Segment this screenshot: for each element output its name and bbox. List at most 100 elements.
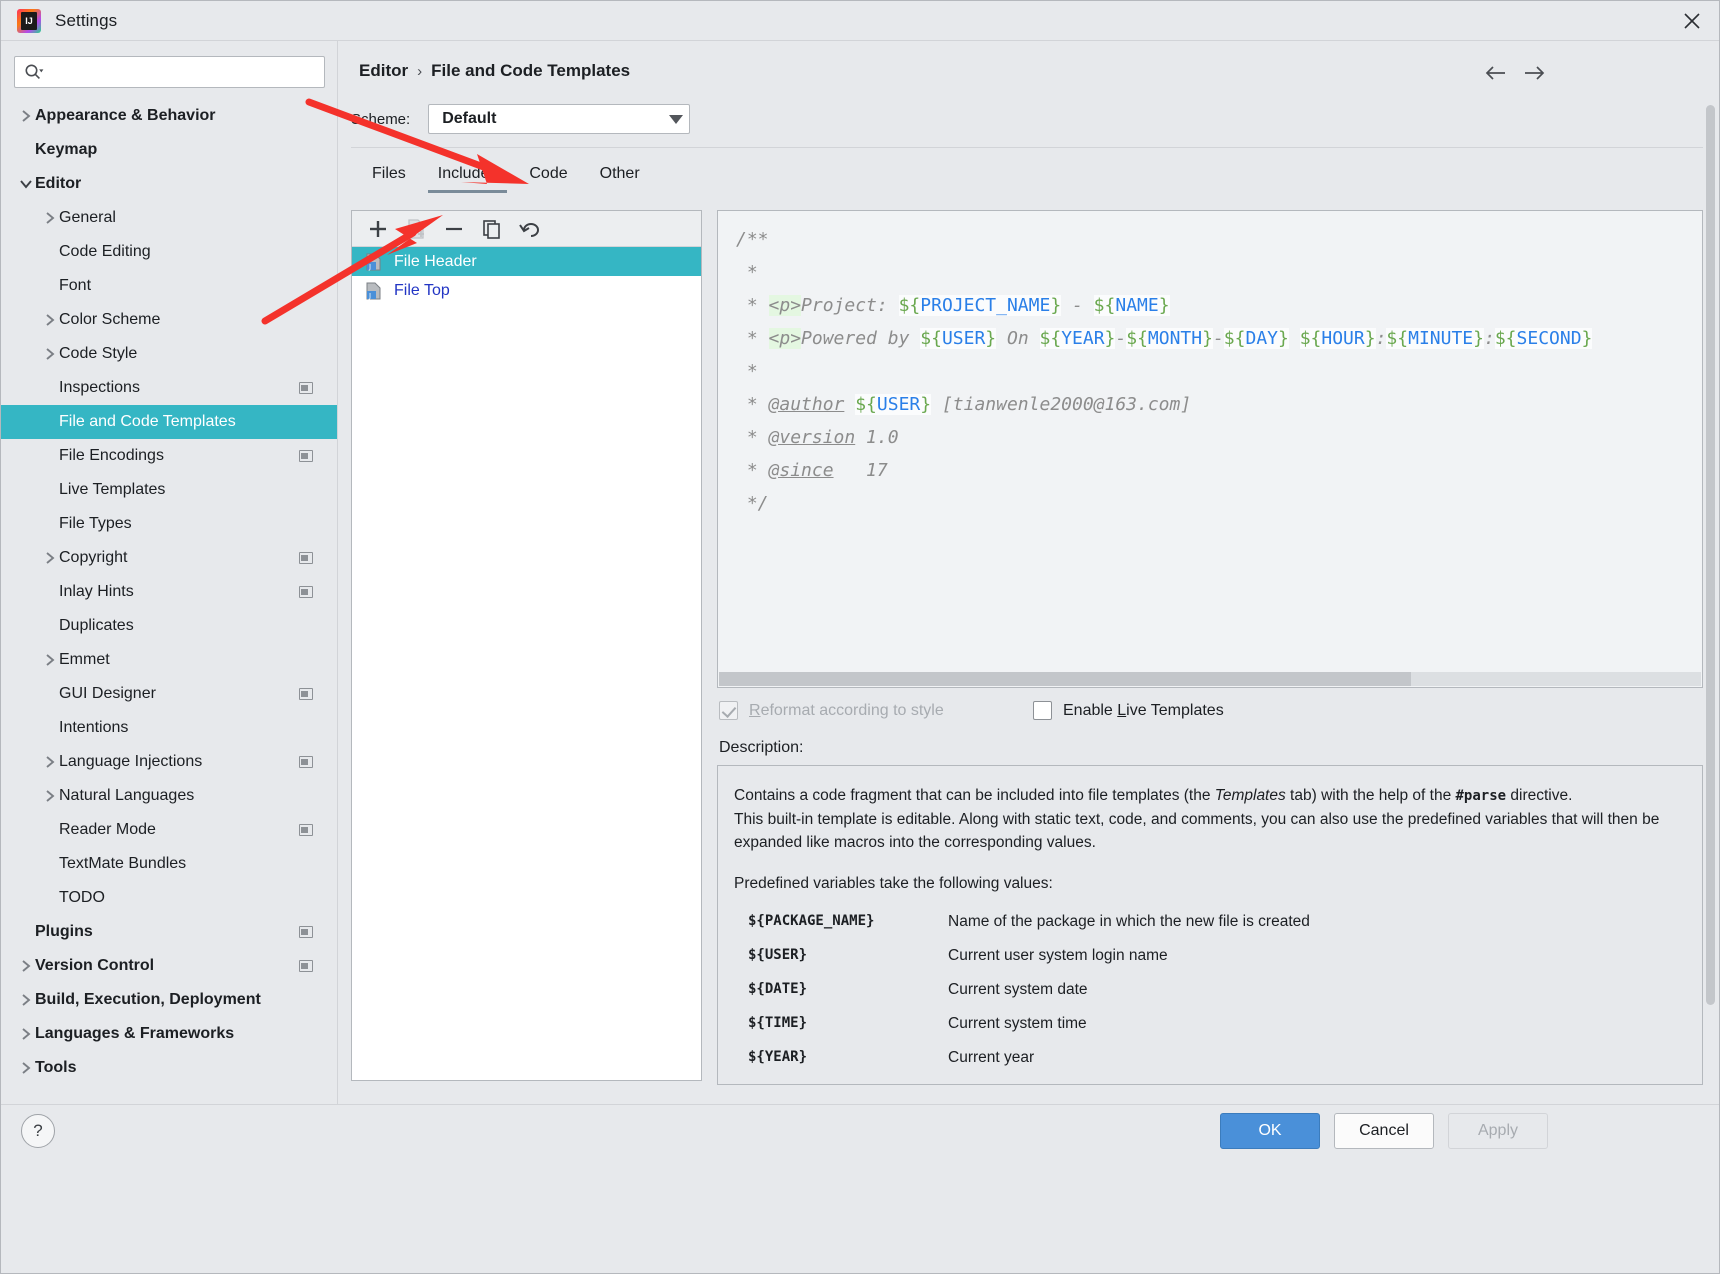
tab-includes[interactable]: Includes — [422, 157, 514, 193]
close-icon[interactable] — [1665, 1, 1719, 41]
list-item-label: File Header — [394, 252, 477, 270]
undo-arrow-icon[interactable] — [514, 214, 546, 244]
chevron-right-icon[interactable] — [17, 1051, 35, 1085]
template-tabs[interactable]: Files Includes Code Other — [356, 157, 656, 193]
copy-icon[interactable] — [476, 214, 508, 244]
arrow-left-icon[interactable] — [1481, 59, 1511, 87]
chevron-right-icon[interactable] — [17, 99, 35, 133]
arrow-right-icon[interactable] — [1519, 59, 1549, 87]
desc-p1-a: Contains a code fragment that can be inc… — [734, 787, 1215, 804]
sidebar-item-font[interactable]: Font — [1, 269, 337, 303]
search-input[interactable] — [44, 58, 324, 86]
page-title: File and Code Templates — [431, 61, 631, 80]
sidebar-item-language-injections[interactable]: Language Injections — [1, 745, 337, 779]
checkbox-box[interactable] — [1033, 701, 1052, 720]
templates-list[interactable]: J File Header J File Top — [352, 247, 701, 305]
description-paragraph-3: Predefined variables take the following … — [734, 875, 1053, 892]
sidebar-item-label: Language Injections — [59, 753, 203, 770]
sidebar-item-natural-languages[interactable]: Natural Languages — [1, 779, 337, 813]
settings-category-tree[interactable]: Appearance & Behavior Keymap Editor General… — [1, 99, 337, 1104]
sidebar-scrollbar-thumb[interactable] — [1706, 105, 1715, 1005]
sidebar-item-general[interactable]: General — [1, 201, 337, 235]
chevron-right-icon[interactable] — [41, 337, 59, 371]
sidebar-item-label: Copyright — [59, 549, 128, 566]
java-template-icon: J — [364, 282, 384, 300]
sidebar-item-version-control[interactable]: Version Control — [1, 949, 337, 983]
sidebar-item-label: General — [59, 209, 116, 226]
chevron-right-icon[interactable] — [41, 201, 59, 235]
ok-button[interactable]: OK — [1220, 1113, 1320, 1149]
table-row: ${YEAR} Current year — [734, 1043, 1680, 1077]
sidebar-item-intentions[interactable]: Intentions — [1, 711, 337, 745]
chevron-right-icon[interactable] — [41, 303, 59, 337]
sidebar-item-label: Version Control — [35, 957, 155, 974]
sidebar-item-reader-mode[interactable]: Reader Mode — [1, 813, 337, 847]
checkbox-enable-live-templates[interactable]: Enable Live Templates — [1033, 701, 1224, 720]
sidebar-item-build-execution-deployment[interactable]: Build, Execution, Deployment — [1, 983, 337, 1017]
tab-code[interactable]: Code — [513, 157, 583, 193]
sidebar-item-label: File Encodings — [59, 447, 164, 464]
sidebar-item-label: GUI Designer — [59, 685, 156, 702]
sidebar-item-appearance-behavior[interactable]: Appearance & Behavior — [1, 99, 337, 133]
sidebar-item-code-editing[interactable]: Code Editing — [1, 235, 337, 269]
chevron-down-icon[interactable] — [17, 167, 35, 201]
checkbox-box — [719, 701, 738, 720]
sidebar-item-color-scheme[interactable]: Color Scheme — [1, 303, 337, 337]
help-button[interactable]: ? — [21, 1114, 55, 1148]
template-editor-panel[interactable]: /** * * <p>Project: ${PROJECT_NAME} - ${… — [717, 210, 1703, 688]
sidebar-item-inspections[interactable]: Inspections — [1, 371, 337, 405]
cancel-button[interactable]: Cancel — [1334, 1113, 1434, 1149]
sidebar-item-file-encodings[interactable]: File Encodings — [1, 439, 337, 473]
sidebar-item-copyright[interactable]: Copyright — [1, 541, 337, 575]
checkbox-label: Reformat according to style — [749, 701, 944, 719]
tab-files[interactable]: Files — [356, 157, 422, 193]
sidebar-item-file-types[interactable]: File Types — [1, 507, 337, 541]
desc-p1-b: tab) with the help of the — [1285, 787, 1456, 804]
list-item[interactable]: J File Header — [352, 247, 701, 276]
variable-description: Current system date — [948, 981, 1088, 998]
sidebar-item-label: TextMate Bundles — [59, 855, 187, 872]
sidebar-item-languages-frameworks[interactable]: Languages & Frameworks — [1, 1017, 337, 1051]
sidebar-item-textmate-bundles[interactable]: TextMate Bundles — [1, 847, 337, 881]
chevron-right-icon[interactable] — [41, 643, 59, 677]
chevron-right-icon[interactable] — [17, 949, 35, 983]
sidebar-item-gui-designer[interactable]: GUI Designer — [1, 677, 337, 711]
templates-toolbar[interactable] — [352, 211, 701, 247]
sidebar-item-editor[interactable]: Editor — [1, 167, 337, 201]
chevron-right-icon[interactable] — [41, 541, 59, 575]
list-item-label: File Top — [394, 281, 450, 299]
template-code-editor[interactable]: /** * * <p>Project: ${PROJECT_NAME} - ${… — [718, 211, 1702, 671]
sidebar-item-duplicates[interactable]: Duplicates — [1, 609, 337, 643]
breadcrumb: Editor › File and Code Templates — [359, 61, 630, 81]
chevron-right-icon[interactable] — [17, 983, 35, 1017]
sidebar-item-plugins[interactable]: Plugins — [1, 915, 337, 949]
sidebar-item-file-and-code-templates[interactable]: File and Code Templates — [1, 405, 337, 439]
sidebar-item-label: Live Templates — [59, 481, 166, 498]
scheme-dropdown[interactable]: Default — [428, 104, 691, 134]
sidebar-item-todo[interactable]: TODO — [1, 881, 337, 915]
chevron-right-icon[interactable] — [41, 745, 59, 779]
sidebar-item-live-templates[interactable]: Live Templates — [1, 473, 337, 507]
sidebar-item-emmet[interactable]: Emmet — [1, 643, 337, 677]
sidebar-item-label: Keymap — [35, 141, 98, 158]
minus-icon[interactable] — [438, 214, 470, 244]
sidebar-item-inlay-hints[interactable]: Inlay Hints — [1, 575, 337, 609]
footer-divider — [1, 1104, 1719, 1105]
list-item[interactable]: J File Top — [352, 276, 701, 305]
sidebar-item-label: Languages & Frameworks — [35, 1025, 235, 1042]
breadcrumb-parent[interactable]: Editor — [359, 61, 408, 81]
plus-icon[interactable] — [362, 214, 394, 244]
chevron-right-icon[interactable] — [41, 779, 59, 813]
sidebar-item-tools[interactable]: Tools — [1, 1051, 337, 1085]
variable-description: Current system time — [948, 1015, 1087, 1032]
sidebar-item-code-style[interactable]: Code Style — [1, 337, 337, 371]
search-box[interactable] — [14, 56, 325, 88]
sidebar-item-keymap[interactable]: Keymap — [1, 133, 337, 167]
tab-other[interactable]: Other — [584, 157, 656, 193]
editor-hscrollbar-thumb[interactable] — [719, 672, 1411, 686]
chevron-right-icon[interactable] — [17, 1017, 35, 1051]
